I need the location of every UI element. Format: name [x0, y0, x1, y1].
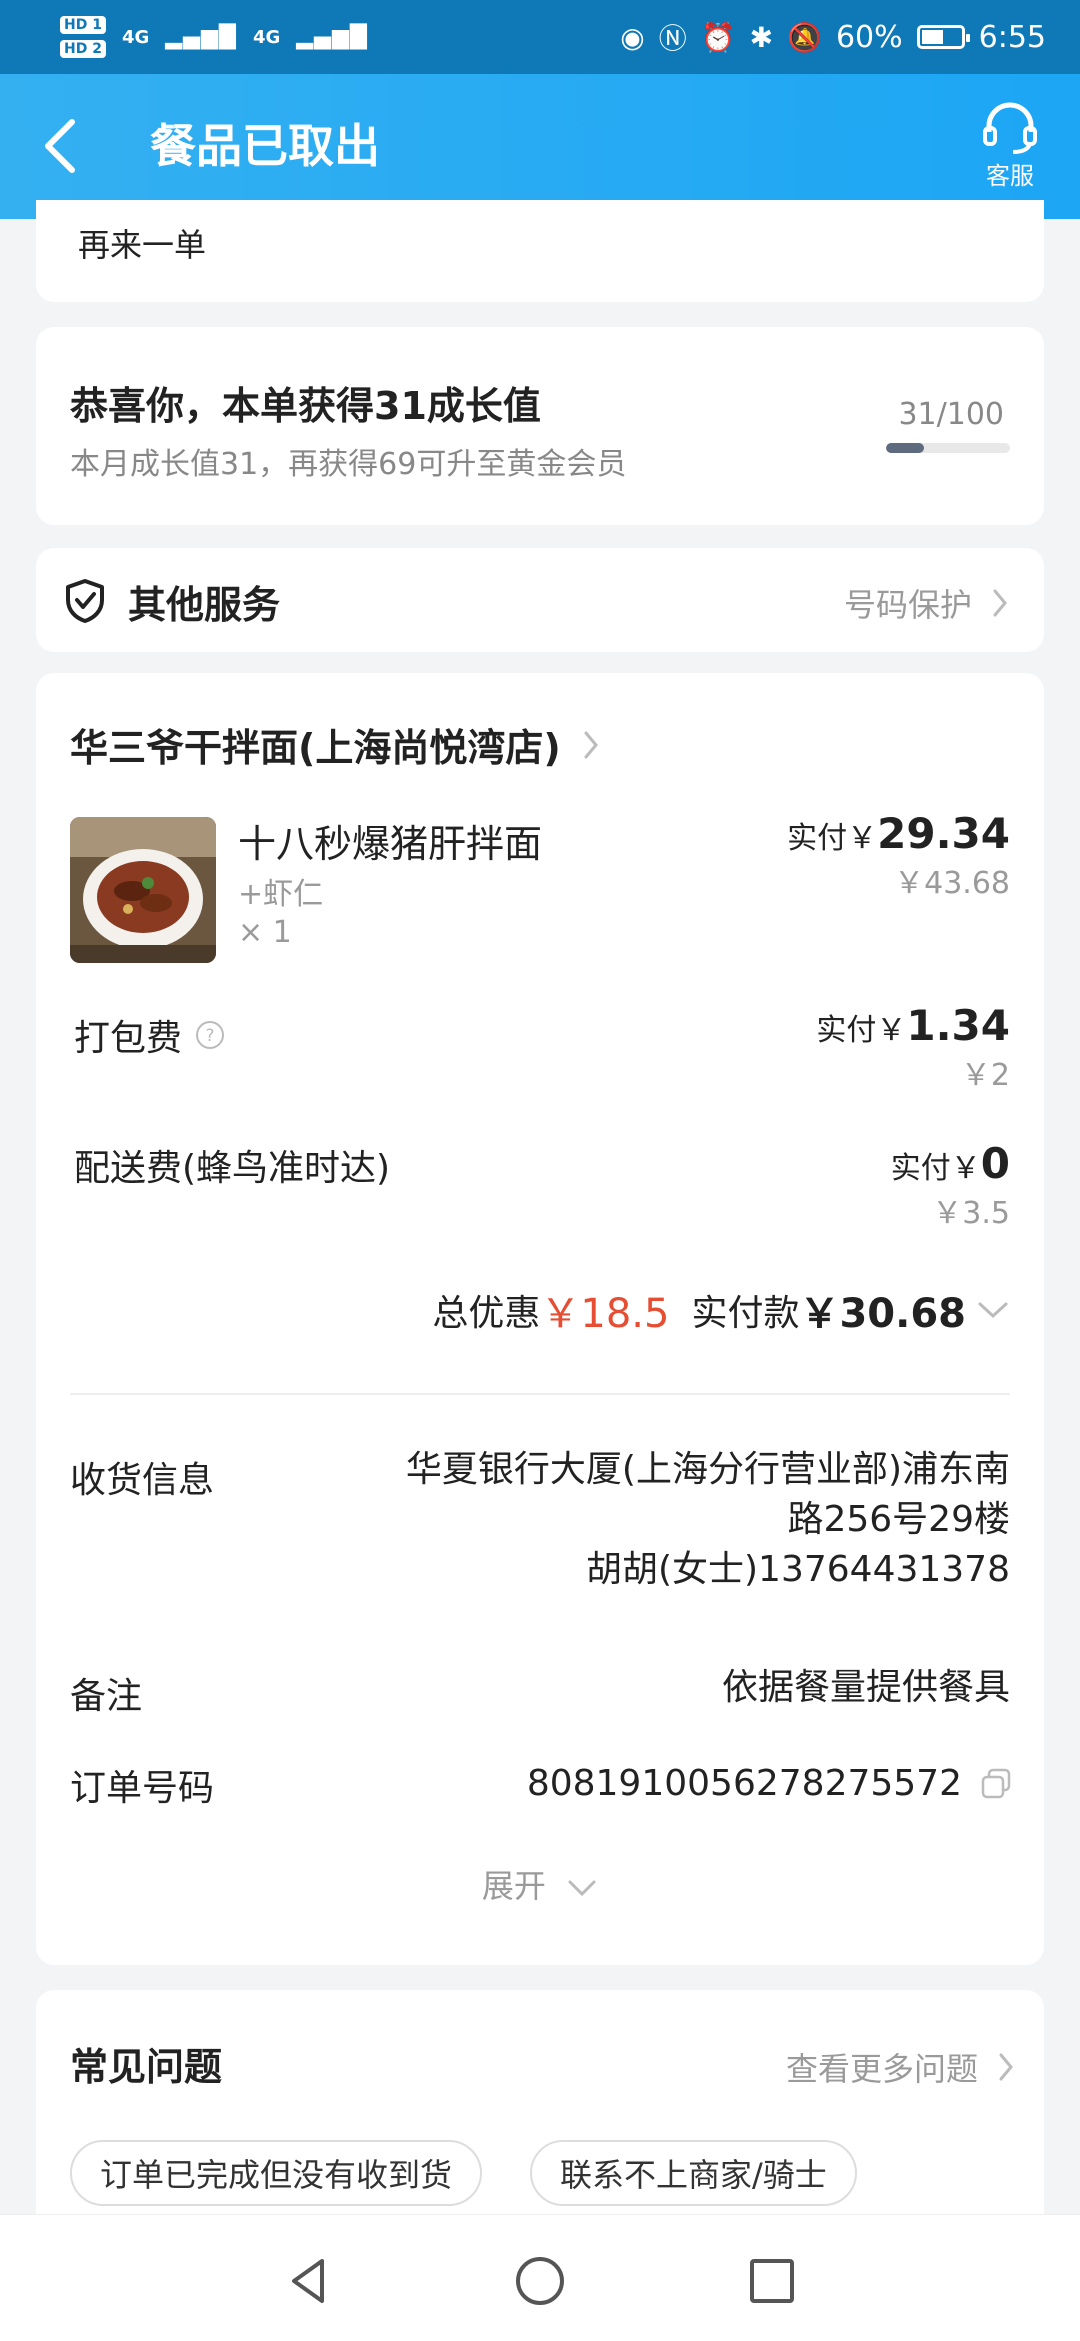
- help-circle-icon[interactable]: ?: [194, 1019, 226, 1051]
- number-protection-label: 号码保护: [843, 586, 972, 624]
- faq-title: 常见问题: [70, 2045, 223, 2089]
- faq-more-link[interactable]: 查看更多问题: [786, 2044, 1014, 2090]
- expand-button[interactable]: 展开: [36, 1861, 1044, 1907]
- alarm-icon: ⏰: [700, 20, 736, 54]
- divider: [70, 1393, 1010, 1395]
- system-nav-bar: [0, 2214, 1080, 2341]
- order-detail-card: 华三爷干拌面(上海尚悦湾店) 十八秒爆猪肝拌面 +虾仁 × 1 实付￥29.34…: [36, 673, 1044, 1965]
- clock: 6:55: [978, 19, 1046, 55]
- copy-icon[interactable]: [978, 1766, 1014, 1802]
- signal-bars-icon: ▂▄▆█: [165, 24, 237, 50]
- back-button[interactable]: [30, 114, 90, 178]
- item-quantity: × 1: [238, 915, 292, 950]
- number-protection-link[interactable]: 号码保护: [844, 580, 1008, 626]
- discount-label: 总优惠: [432, 1293, 541, 1334]
- delivery-paid-label: 实付￥: [890, 1151, 981, 1186]
- packing-fee-label: 打包费: [74, 1018, 183, 1059]
- growth-progress-text: 31/100: [898, 397, 1004, 432]
- mute-icon: 🔕: [787, 20, 822, 54]
- nfc-icon: Ⓝ: [658, 22, 687, 55]
- page-title: 餐品已取出: [150, 119, 380, 173]
- growth-card[interactable]: 恭喜你，本单获得31成长值 本月成长值31，再获得69可升至黄金会员 31/10…: [36, 327, 1044, 525]
- item-price: 实付￥29.34 ￥43.68: [787, 809, 1010, 902]
- nav-home-icon[interactable]: [510, 2251, 570, 2311]
- status-bar: HD 1 HD 2 4G ▂▄▆█ 4G ▂▄▆█ ◉ Ⓝ ⏰ ✱ 🔕 60% …: [0, 0, 1080, 74]
- faq-chip-not-received[interactable]: 订单已完成但没有收到货: [70, 2140, 483, 2206]
- note-value: 依据餐量提供餐具: [721, 1667, 1010, 1708]
- chevron-right-icon: [584, 731, 598, 758]
- nav-back-icon[interactable]: [278, 2251, 338, 2311]
- hd2-badge: HD 2: [60, 40, 106, 58]
- noodle-bowl-image: [70, 817, 216, 963]
- growth-title: 恭喜你，本单获得31成长值: [70, 384, 541, 428]
- delivery-fee-price: 实付￥0 ￥3.5: [891, 1139, 1010, 1232]
- address-line2: 路256号29楼: [787, 1499, 1010, 1540]
- address-label: 收货信息: [70, 1460, 215, 1501]
- chevron-down-icon: [568, 1880, 596, 1897]
- total-paid-value: ￥30.68: [799, 1291, 966, 1337]
- faq-more-label: 查看更多问题: [785, 2050, 978, 2088]
- hd1-badge: HD 1: [60, 16, 106, 34]
- battery-icon: [916, 25, 970, 49]
- chevron-down-icon: [978, 1302, 1008, 1319]
- address-line1: 华夏银行大厦(上海分行营业部)浦东南: [405, 1449, 1010, 1490]
- bluetooth-icon: ✱: [749, 20, 774, 54]
- address-value: 华夏银行大厦(上海分行营业部)浦东南 路256号29楼 胡胡(女士)137644…: [406, 1445, 1010, 1595]
- packing-fee-price: 实付￥1.34 ￥2: [816, 1001, 1010, 1094]
- reorder-card: 再来一单: [36, 200, 1044, 302]
- app-header: 餐品已取出 客服: [0, 74, 1080, 219]
- other-services-card[interactable]: 其他服务 号码保护: [36, 548, 1044, 652]
- battery-percent: 60%: [835, 19, 903, 55]
- faq-card: 常见问题 查看更多问题 订单已完成但没有收到货 联系不上商家/骑士: [36, 1990, 1044, 2250]
- growth-progress-fill: [886, 443, 925, 453]
- order-number-row: 8081910056278275572: [527, 1763, 1014, 1804]
- order-number-value: 8081910056278275572: [526, 1763, 962, 1804]
- shield-check-icon: [66, 579, 104, 623]
- shop-name: 华三爷干拌面(上海尚悦湾店): [70, 726, 561, 770]
- faq-chip-contact[interactable]: 联系不上商家/骑士: [530, 2140, 857, 2206]
- svg-text:?: ?: [206, 1026, 215, 1046]
- growth-subtitle: 本月成长值31，再获得69可升至黄金会员: [70, 447, 627, 482]
- packing-original-price: ￥2: [960, 1058, 1010, 1093]
- packing-paid-value: 1.34: [906, 1001, 1010, 1050]
- network-type-2: 4G: [252, 26, 281, 48]
- headset-icon: [983, 102, 1037, 154]
- back-arrow-icon: [45, 119, 75, 173]
- total-summary[interactable]: 总优惠 ￥18.5 实付款 ￥30.68: [432, 1281, 1010, 1339]
- customer-service-label: 客服: [986, 162, 1034, 190]
- total-paid-label: 实付款: [691, 1293, 800, 1334]
- food-image[interactable]: [70, 817, 216, 963]
- delivery-paid-value: 0: [980, 1139, 1010, 1188]
- packing-fee-row: 打包费 ?: [74, 1009, 226, 1061]
- nav-recents-icon[interactable]: [742, 2251, 802, 2311]
- item-paid-label: 实付￥: [787, 821, 878, 856]
- reorder-button[interactable]: 再来一单: [78, 220, 206, 266]
- signal-bars-icon: ▂▄▆█: [296, 24, 368, 50]
- address-contact: 胡胡(女士)13764431378: [585, 1549, 1010, 1590]
- chevron-right-icon: [993, 589, 1007, 617]
- network-type-1: 4G: [121, 26, 150, 48]
- status-icons: ◉ Ⓝ ⏰ ✱ 🔕 60% 6:55: [620, 17, 1046, 57]
- other-services-title: 其他服务: [128, 583, 281, 627]
- item-option: +虾仁: [238, 877, 324, 912]
- customer-service-button[interactable]: 客服: [970, 102, 1050, 191]
- delivery-fee-row: 配送费(蜂鸟准时达): [74, 1139, 390, 1191]
- chevron-right-icon: [999, 2053, 1013, 2081]
- delivery-original-price: ￥3.5: [932, 1196, 1010, 1231]
- shop-link[interactable]: 华三爷干拌面(上海尚悦湾店): [70, 717, 599, 772]
- eye-icon: ◉: [620, 20, 645, 54]
- growth-progress-bar: [886, 443, 1010, 453]
- delivery-fee-label: 配送费(蜂鸟准时达): [74, 1148, 391, 1189]
- item-name: 十八秒爆猪肝拌面: [238, 822, 543, 866]
- signal-group: HD 1 HD 2 4G ▂▄▆█ 4G ▂▄▆█: [60, 16, 368, 58]
- discount-value: ￥18.5: [540, 1291, 670, 1337]
- item-paid-value: 29.34: [877, 809, 1010, 858]
- note-label: 备注: [70, 1676, 143, 1717]
- expand-label: 展开: [481, 1867, 546, 1905]
- item-original-price: ￥43.68: [894, 866, 1010, 901]
- order-number-label: 订单号码: [70, 1768, 215, 1809]
- packing-paid-label: 实付￥: [816, 1013, 907, 1048]
